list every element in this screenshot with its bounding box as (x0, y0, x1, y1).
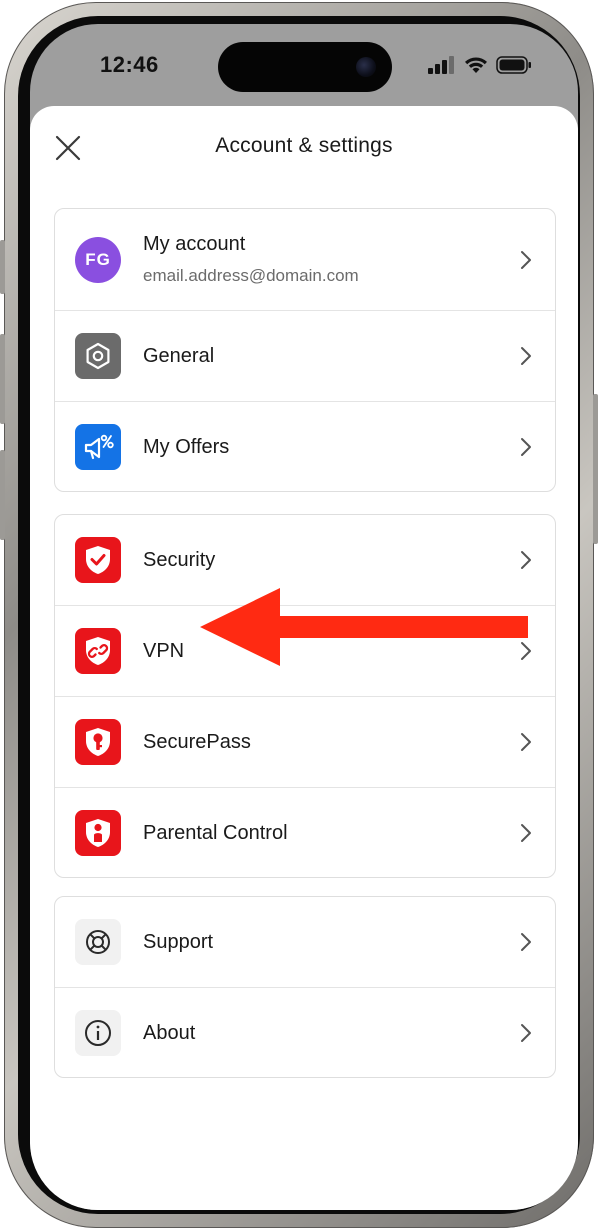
security-label: Security (143, 548, 216, 571)
chevron-right-icon (521, 551, 531, 569)
battery-icon (496, 56, 531, 74)
dynamic-island (218, 42, 392, 92)
support-row[interactable]: Support (55, 897, 555, 987)
lifebuoy-icon (75, 919, 121, 965)
account-email: email.address@domain.com (143, 266, 359, 285)
annotation-arrow (200, 588, 528, 666)
parental-control-row[interactable]: Parental Control (55, 787, 555, 877)
shield-link-icon (75, 628, 121, 674)
securepass-label: SecurePass (143, 730, 251, 753)
help-group: Support About (54, 896, 556, 1078)
wifi-icon (465, 57, 487, 73)
status-icons (428, 56, 532, 74)
status-time: 12:46 (100, 52, 159, 77)
securepass-row[interactable]: SecurePass (55, 696, 555, 787)
megaphone-percent-icon (75, 424, 121, 470)
chevron-right-icon (521, 824, 531, 842)
action-button (0, 240, 5, 294)
volume-up-button (0, 334, 5, 424)
chevron-right-icon (521, 1024, 531, 1042)
shield-check-icon (75, 537, 121, 583)
general-row[interactable]: General (55, 310, 555, 401)
parental-control-label: Parental Control (143, 821, 288, 844)
general-label: General (143, 344, 215, 367)
chevron-right-icon (521, 933, 531, 951)
account-group: FG My account email.address@domain.com G… (54, 208, 556, 492)
chevron-right-icon (521, 438, 531, 456)
info-icon (75, 1010, 121, 1056)
hexagon-settings-icon (75, 333, 121, 379)
my-account-label: My account (143, 233, 246, 255)
my-account-row[interactable]: FG My account email.address@domain.com (55, 209, 555, 310)
chevron-right-icon (521, 347, 531, 365)
page-title: Account & settings (215, 134, 393, 157)
chevron-right-icon (521, 733, 531, 751)
my-offers-row[interactable]: My Offers (55, 401, 555, 491)
cellular-signal-icon (428, 56, 454, 74)
power-button (593, 394, 598, 544)
about-row[interactable]: About (55, 987, 555, 1077)
my-offers-label: My Offers (143, 435, 230, 458)
avatar: FG (75, 236, 121, 283)
shield-key-icon (75, 719, 121, 765)
shield-person-icon (75, 810, 121, 856)
chevron-right-icon (521, 250, 531, 269)
about-label: About (143, 1021, 196, 1044)
protection-group: Security VPN SecurePass Parental Control (54, 514, 556, 878)
support-label: Support (143, 930, 214, 953)
camera-icon (356, 57, 376, 77)
volume-down-button (0, 450, 5, 540)
